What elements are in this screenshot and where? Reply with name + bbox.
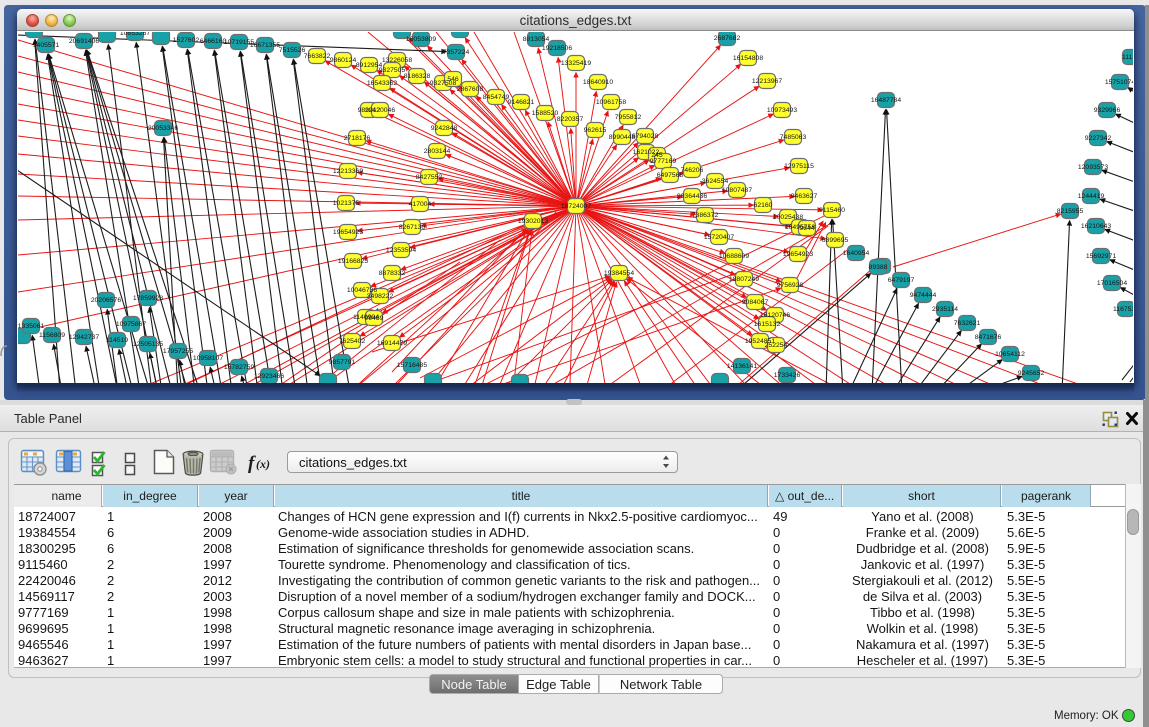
svg-text:(x): (x)	[256, 457, 270, 471]
svg-text:f: f	[248, 453, 256, 474]
